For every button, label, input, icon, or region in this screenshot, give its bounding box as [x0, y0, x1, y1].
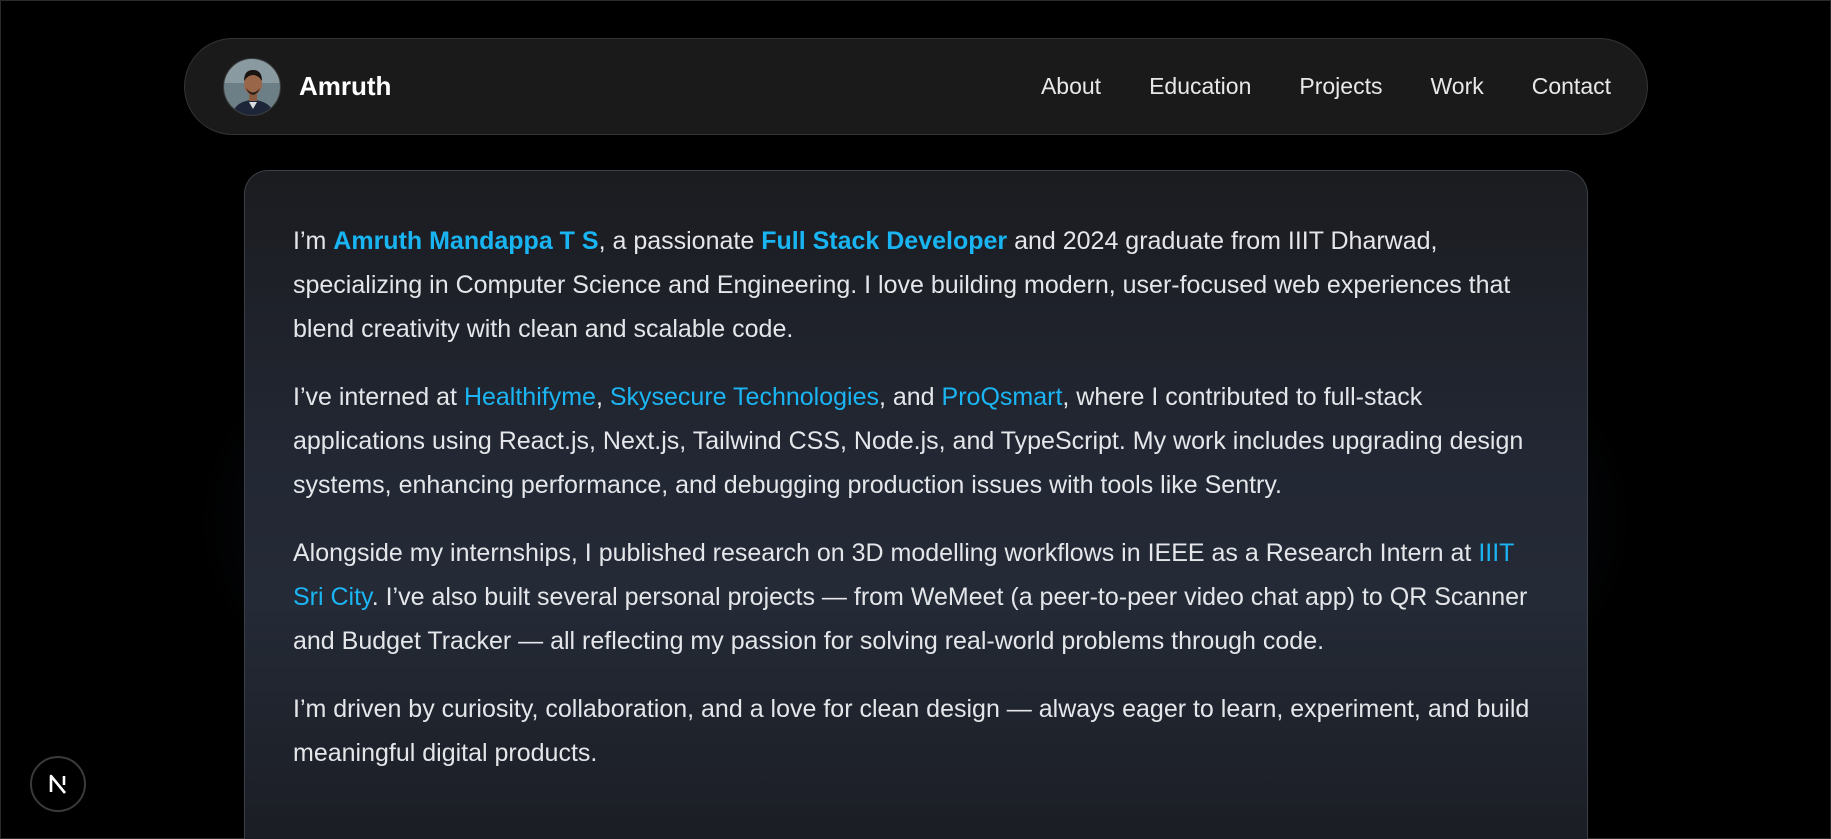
text-segment: Alongside my internships, I published re…: [293, 539, 1479, 567]
navbar: Amruth About Education Projects Work Con…: [184, 38, 1648, 135]
brand[interactable]: Amruth: [223, 57, 392, 116]
role-title: Full Stack Developer: [761, 227, 1008, 255]
avatar-image: [224, 58, 280, 115]
company-link-proqsmart[interactable]: ProQsmart: [942, 383, 1063, 411]
nav-link-about[interactable]: About: [1041, 73, 1101, 100]
about-paragraph-closing: I’m driven by curiosity, collaboration, …: [293, 695, 1530, 767]
text-segment: I’m: [293, 227, 334, 255]
nextjs-logo-icon[interactable]: [30, 756, 86, 812]
avatar: [223, 57, 281, 116]
about-paragraph-research: Alongside my internships, I published re…: [293, 531, 1539, 663]
nextjs-glyph: [49, 774, 67, 794]
full-name: Amruth Mandappa T S: [333, 227, 599, 255]
text-segment: , a passionate: [598, 227, 762, 255]
text-segment: ,: [595, 383, 610, 411]
nav-link-contact[interactable]: Contact: [1532, 73, 1611, 100]
text-segment: , and: [878, 383, 942, 411]
nav-link-work[interactable]: Work: [1430, 73, 1483, 100]
brand-name: Amruth: [299, 71, 392, 101]
about-card: I’m Amruth Mandappa T S, a passionate Fu…: [244, 170, 1588, 839]
nav-links: About Education Projects Work Contact: [1041, 73, 1611, 100]
nav-link-projects[interactable]: Projects: [1299, 73, 1382, 100]
text-segment: I’ve interned at: [293, 383, 464, 411]
company-link-skysecure[interactable]: Skysecure Technologies: [610, 383, 879, 411]
nav-link-education[interactable]: Education: [1149, 73, 1251, 100]
about-paragraph-intro: I’m Amruth Mandappa T S, a passionate Fu…: [293, 219, 1539, 351]
about-paragraph-internships: I’ve interned at Healthifyme, Skysecure …: [293, 375, 1539, 507]
company-link-healthifyme[interactable]: Healthifyme: [464, 383, 596, 411]
text-segment: . I’ve also built several personal proje…: [293, 583, 1528, 655]
